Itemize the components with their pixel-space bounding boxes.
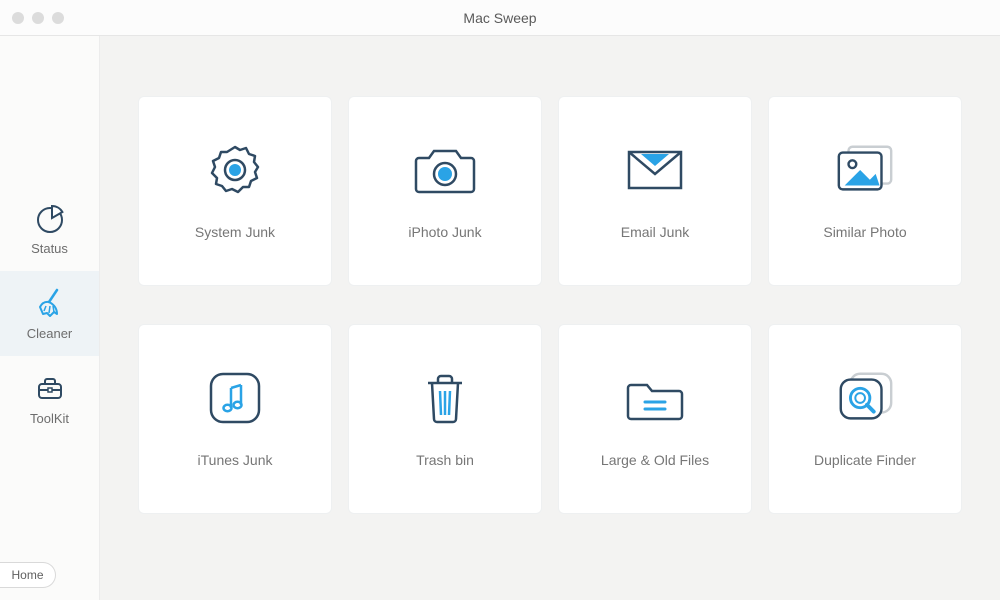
images-icon <box>833 142 897 198</box>
sidebar: Status Cleaner <box>0 36 100 600</box>
envelope-icon <box>623 142 687 198</box>
tile-label: Trash bin <box>416 452 474 468</box>
traffic-zoom-icon[interactable] <box>52 12 64 24</box>
sidebar-item-toolkit[interactable]: ToolKit <box>0 356 99 441</box>
window-title: Mac Sweep <box>463 10 536 26</box>
sidebar-item-status[interactable]: Status <box>0 186 99 271</box>
trash-icon <box>413 370 477 426</box>
camera-icon <box>413 142 477 198</box>
tile-similar-photo[interactable]: Similar Photo <box>768 96 962 286</box>
home-button[interactable]: Home <box>0 562 56 588</box>
traffic-lights <box>12 12 64 24</box>
gear-icon <box>203 142 267 198</box>
titlebar: Mac Sweep <box>0 0 1000 36</box>
tile-grid: System Junk iPhoto Junk <box>138 96 962 514</box>
sidebar-item-label: Cleaner <box>27 326 73 341</box>
traffic-close-icon[interactable] <box>12 12 24 24</box>
toolbox-icon <box>33 371 67 405</box>
tile-iphoto-junk[interactable]: iPhoto Junk <box>348 96 542 286</box>
tile-label: Email Junk <box>621 224 689 240</box>
tile-label: iTunes Junk <box>198 452 273 468</box>
traffic-minimize-icon[interactable] <box>32 12 44 24</box>
tile-system-junk[interactable]: System Junk <box>138 96 332 286</box>
piechart-icon <box>33 201 67 235</box>
tile-label: iPhoto Junk <box>408 224 481 240</box>
tile-itunes-junk[interactable]: iTunes Junk <box>138 324 332 514</box>
home-button-label: Home <box>11 568 43 582</box>
tile-duplicate-finder[interactable]: Duplicate Finder <box>768 324 962 514</box>
tile-label: Large & Old Files <box>601 452 709 468</box>
tile-label: System Junk <box>195 224 275 240</box>
main-area: System Junk iPhoto Junk <box>100 36 1000 600</box>
tile-email-junk[interactable]: Email Junk <box>558 96 752 286</box>
music-note-icon <box>203 370 267 426</box>
tile-large-old-files[interactable]: Large & Old Files <box>558 324 752 514</box>
sidebar-item-cleaner[interactable]: Cleaner <box>0 271 99 356</box>
tile-label: Similar Photo <box>823 224 906 240</box>
tile-trash-bin[interactable]: Trash bin <box>348 324 542 514</box>
broom-icon <box>33 286 67 320</box>
sidebar-item-label: ToolKit <box>30 411 69 426</box>
tile-label: Duplicate Finder <box>814 452 916 468</box>
sidebar-item-label: Status <box>31 241 68 256</box>
folder-icon <box>623 370 687 426</box>
magnifier-icon <box>833 370 897 426</box>
